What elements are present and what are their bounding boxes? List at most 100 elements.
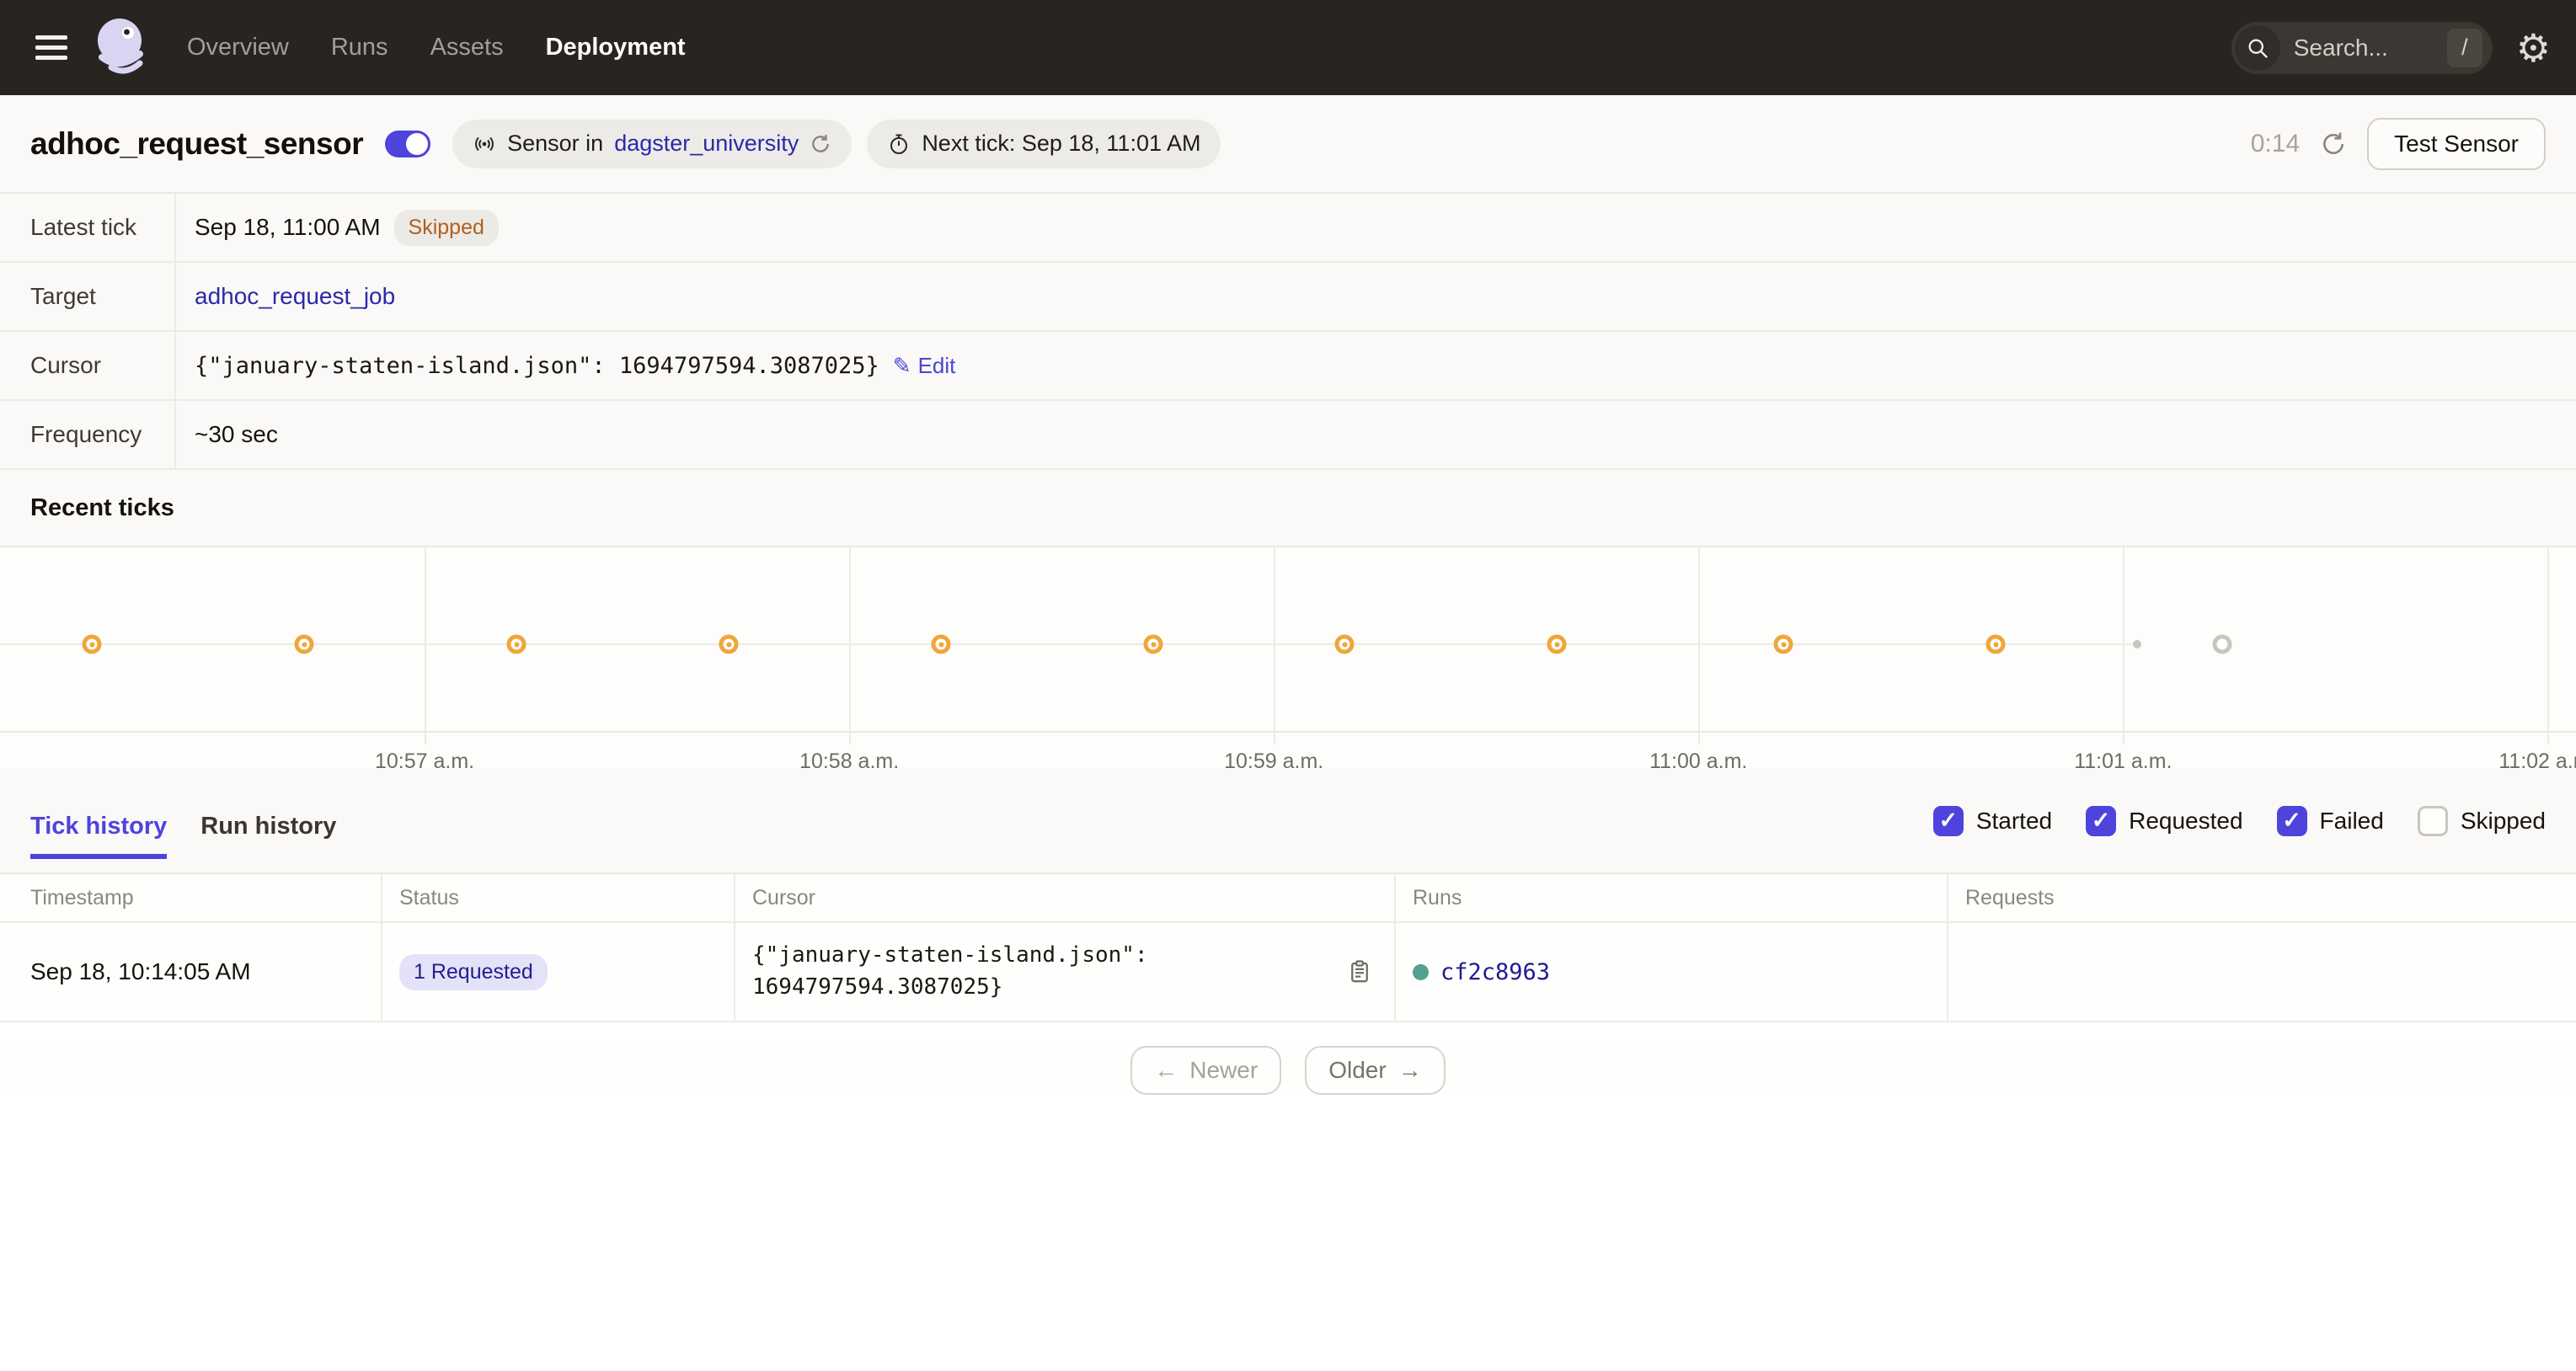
meta-row-latest-tick: Latest tick Sep 18, 11:00 AM Skipped	[0, 194, 2576, 263]
sensor-header: adhoc_request_sensor Sensor in dagster_u…	[0, 95, 2576, 194]
arrow-left-icon: ←	[1154, 1057, 1178, 1084]
skipped-ticks-marker[interactable]	[1144, 635, 1163, 654]
skipped-ticks-marker[interactable]	[932, 635, 951, 654]
column-header-timestamp: Timestamp	[0, 874, 382, 922]
test-sensor-button[interactable]: Test Sensor	[2367, 118, 2546, 170]
filter-checkbox-requested[interactable]: ✓ Requested	[2086, 806, 2242, 836]
minute-gridline	[849, 547, 851, 744]
page-title: adhoc_request_sensor	[30, 126, 363, 162]
time-axis-label: 11:00 a.m.	[1649, 750, 1747, 774]
refresh-icon[interactable]	[2320, 131, 2347, 157]
pagination: ← Newer Older →	[0, 1046, 2576, 1095]
top-nav: Overview Runs Assets Deployment Search..…	[0, 0, 2576, 95]
hamburger-menu-icon[interactable]	[35, 35, 67, 60]
edit-pencil-icon: ✎	[893, 353, 911, 379]
checkbox-icon: ✓	[2277, 806, 2307, 836]
tab-run-history[interactable]: Run history	[200, 813, 336, 859]
meta-row-cursor: Cursor {"january-staten-island.json": 16…	[0, 332, 2576, 401]
time-axis-label: 10:58 a.m.	[799, 750, 899, 774]
filter-checkbox-failed[interactable]: ✓ Failed	[2277, 806, 2384, 836]
run-id-link[interactable]: cf2c8963	[1440, 959, 1550, 985]
skipped-ticks-marker[interactable]	[1335, 635, 1355, 654]
meta-label: Latest tick	[0, 194, 176, 261]
dagster-logo-icon[interactable]	[91, 16, 150, 80]
minute-gridline	[1274, 547, 1275, 744]
status-filters: ✓ Started ✓ Requested ✓ Failed ✓ Skipped	[1933, 806, 2546, 836]
meta-row-frequency: Frequency ~30 sec	[0, 401, 2576, 470]
tick-requests	[1948, 922, 2576, 1022]
sensor-metadata: Latest tick Sep 18, 11:00 AM Skipped Tar…	[0, 194, 2576, 470]
search-shortcut-badge: /	[2447, 29, 2482, 67]
timeline-bottom-border	[0, 731, 2576, 733]
recent-ticks-title: Recent ticks	[30, 494, 174, 522]
meta-label: Cursor	[0, 332, 176, 399]
skipped-ticks-marker[interactable]	[1986, 635, 2006, 654]
nav-item-runs[interactable]: Runs	[331, 34, 388, 61]
refresh-countdown: 0:14	[2251, 130, 2300, 158]
gear-icon[interactable]: ⚙	[2516, 29, 2551, 67]
nav-item-deployment[interactable]: Deployment	[546, 34, 686, 61]
filter-checkbox-skipped[interactable]: ✓ Skipped	[2418, 806, 2546, 836]
column-header-requests: Requests	[1948, 874, 2576, 922]
search-icon	[2235, 25, 2280, 71]
search-input[interactable]: Search... /	[2231, 22, 2493, 74]
minute-gridline	[2547, 547, 2549, 744]
reload-location-icon[interactable]	[810, 133, 831, 155]
target-job-link[interactable]: adhoc_request_job	[195, 283, 395, 310]
column-header-status: Status	[382, 874, 735, 922]
checkbox-icon: ✓	[1933, 806, 1964, 836]
minute-gridline	[425, 547, 426, 744]
sensor-enabled-toggle[interactable]	[385, 131, 430, 157]
sensor-chip-prefix: Sensor in	[507, 131, 603, 157]
column-header-cursor: Cursor	[735, 874, 1395, 922]
time-axis-label: 11:02 a.m.	[2499, 750, 2576, 774]
tick-history-table: Timestamp Status Cursor Runs Requests Se…	[0, 874, 2576, 1022]
table-row: Sep 18, 10:14:05 AM 1 Requested {"januar…	[0, 922, 2576, 1022]
meta-label: Target	[0, 263, 176, 330]
search-placeholder: Search...	[2294, 35, 2447, 61]
meta-row-target: Target adhoc_request_job	[0, 263, 2576, 332]
code-location-link[interactable]: dagster_university	[614, 131, 799, 157]
column-header-runs: Runs	[1395, 874, 1948, 922]
history-tabs-row: Tick history Run history ✓ Started ✓ Req…	[0, 769, 2576, 874]
cursor-value: {"january-staten-island.json": 169479759…	[195, 353, 879, 379]
nav-item-assets[interactable]: Assets	[430, 34, 504, 61]
checkbox-icon: ✓	[2086, 806, 2116, 836]
current-time-marker[interactable]	[2133, 640, 2141, 648]
skipped-ticks-marker[interactable]	[83, 635, 102, 654]
recent-ticks-timeline: 10:57 a.m.10:58 a.m.10:59 a.m.11:00 a.m.…	[0, 546, 2576, 769]
skipped-ticks-marker[interactable]	[719, 635, 739, 654]
upcoming-tick-marker[interactable]	[2212, 635, 2231, 654]
sensor-location-chip: Sensor in dagster_university	[452, 120, 852, 168]
next-tick-chip: Next tick: Sep 18, 11:01 AM	[867, 120, 1221, 168]
latest-tick-time: Sep 18, 11:00 AM	[195, 214, 381, 241]
time-axis-label: 11:01 a.m.	[2074, 750, 2172, 774]
older-page-button[interactable]: Older →	[1305, 1046, 1445, 1095]
time-axis-label: 10:57 a.m.	[375, 750, 474, 774]
timeline-axis-line	[0, 643, 2137, 645]
time-axis-label: 10:59 a.m.	[1224, 750, 1323, 774]
tick-cursor-value: {"january-staten-island.json": 169479759…	[752, 940, 1224, 1003]
minute-gridline	[2123, 547, 2124, 744]
skipped-status-badge: Skipped	[394, 210, 499, 246]
skipped-ticks-marker[interactable]	[507, 635, 526, 654]
sensor-broadcast-icon	[473, 132, 496, 156]
copy-clipboard-icon[interactable]	[1347, 959, 1372, 984]
newer-page-button[interactable]: ← Newer	[1130, 1046, 1281, 1095]
next-tick-text: Next tick: Sep 18, 11:01 AM	[922, 131, 1200, 157]
checkbox-icon: ✓	[2418, 806, 2448, 836]
nav-item-overview[interactable]: Overview	[187, 34, 289, 61]
tick-timestamp: Sep 18, 10:14:05 AM	[0, 922, 382, 1022]
run-status-dot	[1413, 964, 1429, 980]
stopwatch-icon	[887, 132, 911, 156]
skipped-ticks-marker[interactable]	[1774, 635, 1793, 654]
skipped-ticks-marker[interactable]	[295, 635, 314, 654]
filter-checkbox-started[interactable]: ✓ Started	[1933, 806, 2052, 836]
minute-gridline	[1698, 547, 1700, 744]
edit-cursor-link[interactable]: ✎ Edit	[893, 353, 956, 379]
skipped-ticks-marker[interactable]	[1547, 635, 1567, 654]
requested-status-badge[interactable]: 1 Requested	[399, 954, 548, 990]
tab-tick-history[interactable]: Tick history	[30, 813, 167, 859]
frequency-value: ~30 sec	[195, 421, 278, 448]
arrow-right-icon: →	[1398, 1057, 1422, 1084]
